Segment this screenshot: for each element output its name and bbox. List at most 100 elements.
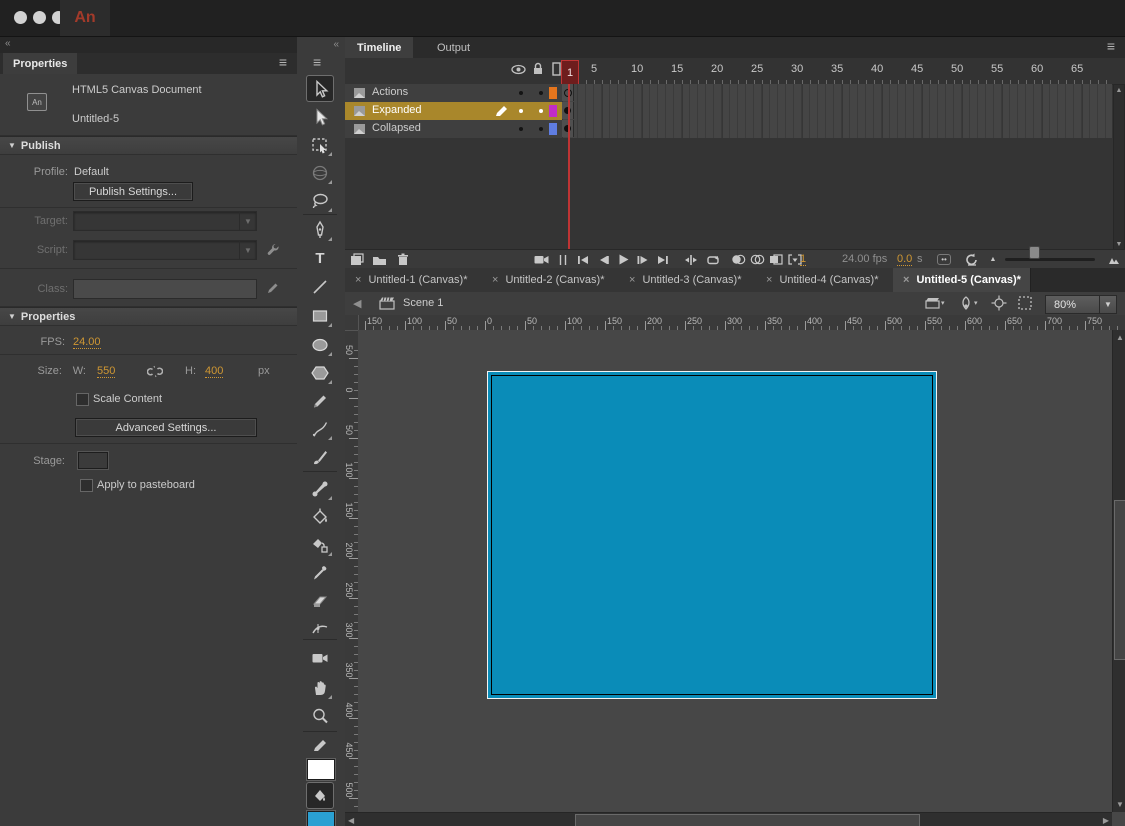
layer-name[interactable]: Expanded (372, 104, 422, 116)
document-tab-1[interactable]: ×Untitled-1 (Canvas)* (345, 268, 483, 292)
camera-tool[interactable] (307, 645, 333, 670)
scale-content-checkbox[interactable] (76, 393, 89, 406)
scroll-up-icon[interactable]: ▲ (1115, 87, 1123, 94)
stage[interactable] (487, 371, 937, 699)
script-dropdown[interactable]: ▼ (73, 240, 257, 260)
3d-rotation-tool[interactable] (307, 160, 333, 185)
eyedropper-tool[interactable] (307, 560, 333, 585)
document-tab-5[interactable]: ×Untitled-5 (Canvas)* (893, 268, 1031, 292)
scroll-down-icon[interactable]: ▼ (1115, 241, 1123, 248)
close-tab-icon[interactable]: × (766, 274, 772, 286)
close-tab-icon[interactable]: × (355, 274, 361, 286)
scene-name[interactable]: Scene 1 (403, 297, 443, 309)
edit-scene-icon[interactable]: ▾ (925, 296, 945, 310)
layer-visibility-dot[interactable] (519, 127, 523, 131)
timeline-vertical-scrollbar[interactable]: ▲ ▼ (1113, 84, 1125, 251)
window-minimize-button[interactable] (33, 11, 46, 24)
wrench-icon[interactable] (263, 240, 281, 258)
ink-bottle-tool[interactable] (307, 532, 333, 557)
scroll-left-icon[interactable]: ◀ (348, 816, 354, 825)
edit-multiple-frames-icon[interactable] (768, 252, 784, 267)
panel-menu-icon[interactable]: ≡ (279, 57, 287, 67)
pen-tool[interactable] (307, 217, 333, 242)
add-camera-icon[interactable] (533, 252, 549, 267)
time-toggle-icon[interactable]: •• (933, 252, 955, 267)
pasteboard[interactable] (358, 330, 1112, 812)
document-tab-4[interactable]: ×Untitled-4 (Canvas)* (756, 268, 894, 292)
publish-settings-button[interactable]: Publish Settings... (73, 182, 193, 201)
frame-rate-indicator[interactable]: 24.00 fps (842, 253, 887, 265)
zoom-tool[interactable] (307, 703, 333, 728)
layer-row-collapsed[interactable]: Collapsed (345, 120, 562, 139)
fill-color-swatch[interactable] (307, 811, 335, 826)
center-frame-icon[interactable] (683, 252, 699, 267)
center-stage-icon[interactable] (991, 295, 1007, 311)
play-icon[interactable] (615, 252, 631, 267)
layer-outline-color-swatch[interactable] (549, 87, 557, 99)
layer-row-expanded[interactable]: Expanded (345, 102, 562, 121)
onion-skin-icon[interactable] (730, 252, 746, 267)
layer-name[interactable]: Collapsed (372, 122, 421, 134)
collapse-panel-icon[interactable]: « (5, 38, 9, 49)
publish-section-header[interactable]: ▼ Publish (0, 136, 297, 155)
go-to-first-frame-icon[interactable] (575, 252, 591, 267)
onion-skin-outlines-icon[interactable] (749, 252, 765, 267)
show-hide-all-icon[interactable] (511, 64, 526, 75)
advanced-settings-button[interactable]: Advanced Settings... (75, 418, 257, 437)
timeline-zoom-slider-thumb[interactable] (1029, 246, 1040, 259)
timeline-menu-icon[interactable]: ≡ (1107, 41, 1115, 51)
new-layer-icon[interactable] (349, 252, 365, 267)
collapse-tools-icon[interactable]: « (333, 39, 337, 50)
current-frame-indicator[interactable]: 1 (800, 253, 806, 266)
free-transform-tool[interactable] (307, 132, 333, 157)
eraser-tool[interactable] (307, 588, 333, 613)
paint-bucket-tool[interactable] (307, 504, 333, 529)
subselection-tool[interactable] (307, 104, 333, 129)
bone-tool[interactable] (307, 476, 333, 501)
tools-menu-icon[interactable]: ≡ (313, 57, 321, 67)
zoom-in-frames-icon[interactable] (1103, 252, 1121, 267)
stroke-color-swatch[interactable] (307, 759, 335, 780)
layer-row-actions[interactable]: Actions (345, 84, 562, 103)
pencil-edit-icon[interactable] (264, 279, 280, 297)
vertical-scrollbar[interactable]: ▲ ▼ (1112, 330, 1125, 812)
target-dropdown[interactable]: ▼ (73, 211, 257, 231)
timeline-zoom-slider[interactable] (1005, 250, 1095, 269)
zoom-level-dropdown[interactable]: 80% ▼ (1045, 295, 1117, 314)
timeline-tab-output[interactable]: Output (425, 37, 482, 58)
playhead[interactable]: 1 (561, 60, 579, 86)
document-tab-2[interactable]: ×Untitled-2 (Canvas)* (482, 268, 620, 292)
line-tool[interactable] (307, 274, 333, 299)
layer-lock-dot[interactable] (539, 91, 543, 95)
window-close-button[interactable] (14, 11, 27, 24)
go-to-last-frame-icon[interactable] (655, 252, 671, 267)
hand-tool[interactable] (307, 675, 333, 700)
apply-pasteboard-checkbox[interactable] (80, 479, 93, 492)
layer-lock-dot[interactable] (539, 109, 543, 113)
polystar-tool[interactable] (307, 360, 333, 385)
layer-frames-collapsed[interactable] (562, 120, 1112, 139)
frame-ruler[interactable]: 5101520253035404550556065 (562, 58, 1112, 84)
elapsed-time-indicator[interactable]: 0.0 (897, 253, 912, 266)
tab-properties[interactable]: Properties (3, 53, 77, 74)
scroll-up-icon[interactable]: ▲ (1116, 333, 1124, 342)
lasso-tool[interactable] (307, 188, 333, 213)
stage-color-swatch[interactable] (78, 452, 108, 469)
scroll-down-icon[interactable]: ▼ (1116, 800, 1124, 809)
marker-range-icon[interactable] (555, 252, 571, 267)
edit-symbols-icon[interactable]: ▾ (958, 295, 978, 311)
layer-outline-color-swatch[interactable] (549, 105, 557, 117)
lock-all-icon[interactable] (532, 62, 544, 76)
width-value[interactable]: 550 (97, 365, 115, 378)
fluid-brush-tool[interactable] (307, 416, 333, 441)
vertical-scrollbar-thumb[interactable] (1114, 500, 1125, 660)
document-tab-3[interactable]: ×Untitled-3 (Canvas)* (619, 268, 757, 292)
layer-visibility-dot[interactable] (519, 109, 523, 113)
layer-visibility-dot[interactable] (519, 91, 523, 95)
text-tool[interactable]: T (307, 246, 333, 271)
reset-timeline-zoom-icon[interactable] (963, 252, 979, 267)
pencil-tool[interactable] (307, 388, 333, 413)
step-forward-icon[interactable] (635, 252, 651, 267)
close-tab-icon[interactable]: × (903, 274, 909, 286)
class-input[interactable] (73, 279, 257, 299)
